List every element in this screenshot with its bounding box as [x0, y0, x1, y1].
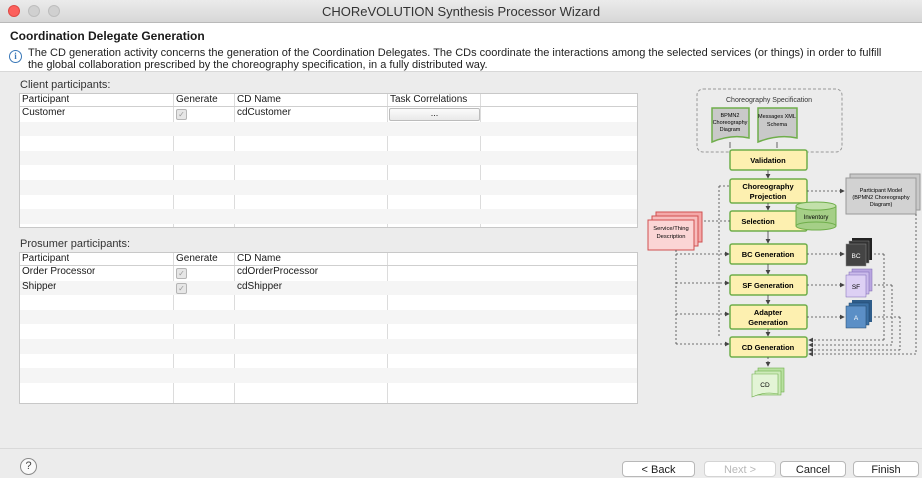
- column-header-task-correlations[interactable]: Task Correlations: [388, 94, 467, 106]
- sf-generation-step: SF Generation: [729, 274, 808, 296]
- bpmn-line1: BPMN2: [721, 113, 740, 119]
- prosumer-participants-label: Prosumer participants:: [20, 238, 131, 250]
- svg-text:Service/Thing: Service/Thing: [653, 226, 688, 232]
- validation-step: Validation: [729, 149, 808, 171]
- table-row[interactable]: Order Processor ✓ cdOrderProcessor: [20, 266, 637, 281]
- svg-text:Description: Description: [657, 234, 686, 240]
- svg-text:Validation: Validation: [750, 156, 786, 165]
- svg-text:CD: CD: [760, 382, 770, 389]
- svg-text:Inventory: Inventory: [804, 215, 829, 221]
- table-header: Participant Generate CD Name: [20, 253, 637, 266]
- adapter-generation-step: Adapter Generation: [729, 304, 808, 330]
- generate-checkbox[interactable]: ✓: [176, 268, 187, 279]
- svg-text:(BPMN2 Choreography: (BPMN2 Choreography: [852, 195, 909, 201]
- svg-text:A: A: [854, 315, 859, 322]
- column-header-cd-name[interactable]: CD Name: [235, 253, 281, 265]
- svg-text:Generation: Generation: [748, 318, 788, 327]
- participant-cell: Customer: [22, 107, 66, 118]
- selection-step: Selection: [729, 210, 808, 232]
- adapter-artifact-icon: A: [845, 300, 872, 329]
- bpmn-line3: Diagram: [720, 127, 741, 133]
- xml-line1: Messages XML: [758, 114, 796, 120]
- footer-divider: [0, 448, 922, 449]
- svg-text:Projection: Projection: [750, 192, 787, 201]
- wizard-header: Coordination Delegate Generation i The C…: [0, 23, 922, 72]
- svg-text:CD Generation: CD Generation: [742, 343, 795, 352]
- xml-line2: Schema: [767, 122, 788, 128]
- client-participants-table: Participant Generate CD Name Task Correl…: [19, 93, 638, 228]
- help-button[interactable]: ?: [20, 458, 37, 475]
- svg-text:Selection: Selection: [741, 217, 775, 226]
- sf-artifact-icon: SF: [845, 268, 873, 298]
- participant-model-document-icon: Participant Model (BPMN2 Choreography Di…: [845, 173, 921, 215]
- cd-name-cell[interactable]: cdOrderProcessor: [235, 266, 318, 281]
- generate-checkbox[interactable]: ✓: [176, 282, 187, 294]
- svg-text:BC Generation: BC Generation: [742, 250, 795, 259]
- window-title: CHOReVOLUTION Synthesis Processor Wizard: [321, 4, 601, 19]
- svg-text:Adapter: Adapter: [754, 308, 782, 317]
- bpmn-line2: Choreography: [713, 120, 748, 126]
- svg-text:SF Generation: SF Generation: [742, 281, 794, 290]
- svg-text:Participant Model: Participant Model: [860, 188, 903, 194]
- service-description-document-icon: Service/Thing Description: [647, 211, 703, 251]
- column-header-participant[interactable]: Participant: [20, 253, 69, 265]
- cd-name-cell[interactable]: cdCustomer: [235, 107, 291, 122]
- table-row[interactable]: Shipper ✓ cdShipper: [20, 280, 637, 296]
- client-participants-label: Client participants:: [20, 79, 111, 91]
- svg-text:BC: BC: [851, 253, 860, 260]
- window-titlebar: CHOReVOLUTION Synthesis Processor Wizard: [0, 0, 922, 23]
- bc-generation-step: BC Generation: [729, 243, 808, 265]
- inventory-database-icon: Inventory: [795, 201, 837, 231]
- page-description: The CD generation activity concerns the …: [28, 47, 882, 71]
- svg-text:Diagram): Diagram): [870, 202, 893, 208]
- column-header-generate[interactable]: Generate: [174, 94, 218, 106]
- spec-title: Choreography Specification: [726, 97, 812, 104]
- choreography-projection-step: Choreography Projection: [729, 178, 808, 204]
- bc-artifact-icon: BC: [845, 238, 872, 267]
- table-header: Participant Generate CD Name Task Correl…: [20, 94, 637, 107]
- task-correlations-button[interactable]: ...: [389, 108, 480, 121]
- cd-generation-step: CD Generation: [729, 336, 808, 358]
- svg-text:SF: SF: [852, 284, 860, 291]
- column-header-generate[interactable]: Generate: [174, 253, 218, 265]
- column-header-participant[interactable]: Participant: [20, 94, 69, 106]
- cd-artifact-icon: CD: [751, 367, 785, 398]
- table-row[interactable]: Customer ✓ cdCustomer ...: [20, 107, 637, 122]
- page-title: Coordination Delegate Generation: [10, 29, 205, 43]
- info-icon: i: [9, 50, 22, 63]
- synthesis-process-diagram: Choreography Specification BPMN2 Choreog…: [647, 88, 921, 398]
- column-header-cd-name[interactable]: CD Name: [235, 94, 281, 106]
- svg-text:Choreography: Choreography: [742, 182, 794, 191]
- participant-cell: Order Processor: [22, 266, 96, 277]
- prosumer-participants-table: Participant Generate CD Name Order Proce…: [19, 252, 638, 404]
- participant-cell: Shipper: [22, 280, 57, 292]
- cd-name-cell[interactable]: cdShipper: [235, 281, 282, 296]
- generate-checkbox[interactable]: ✓: [176, 109, 187, 120]
